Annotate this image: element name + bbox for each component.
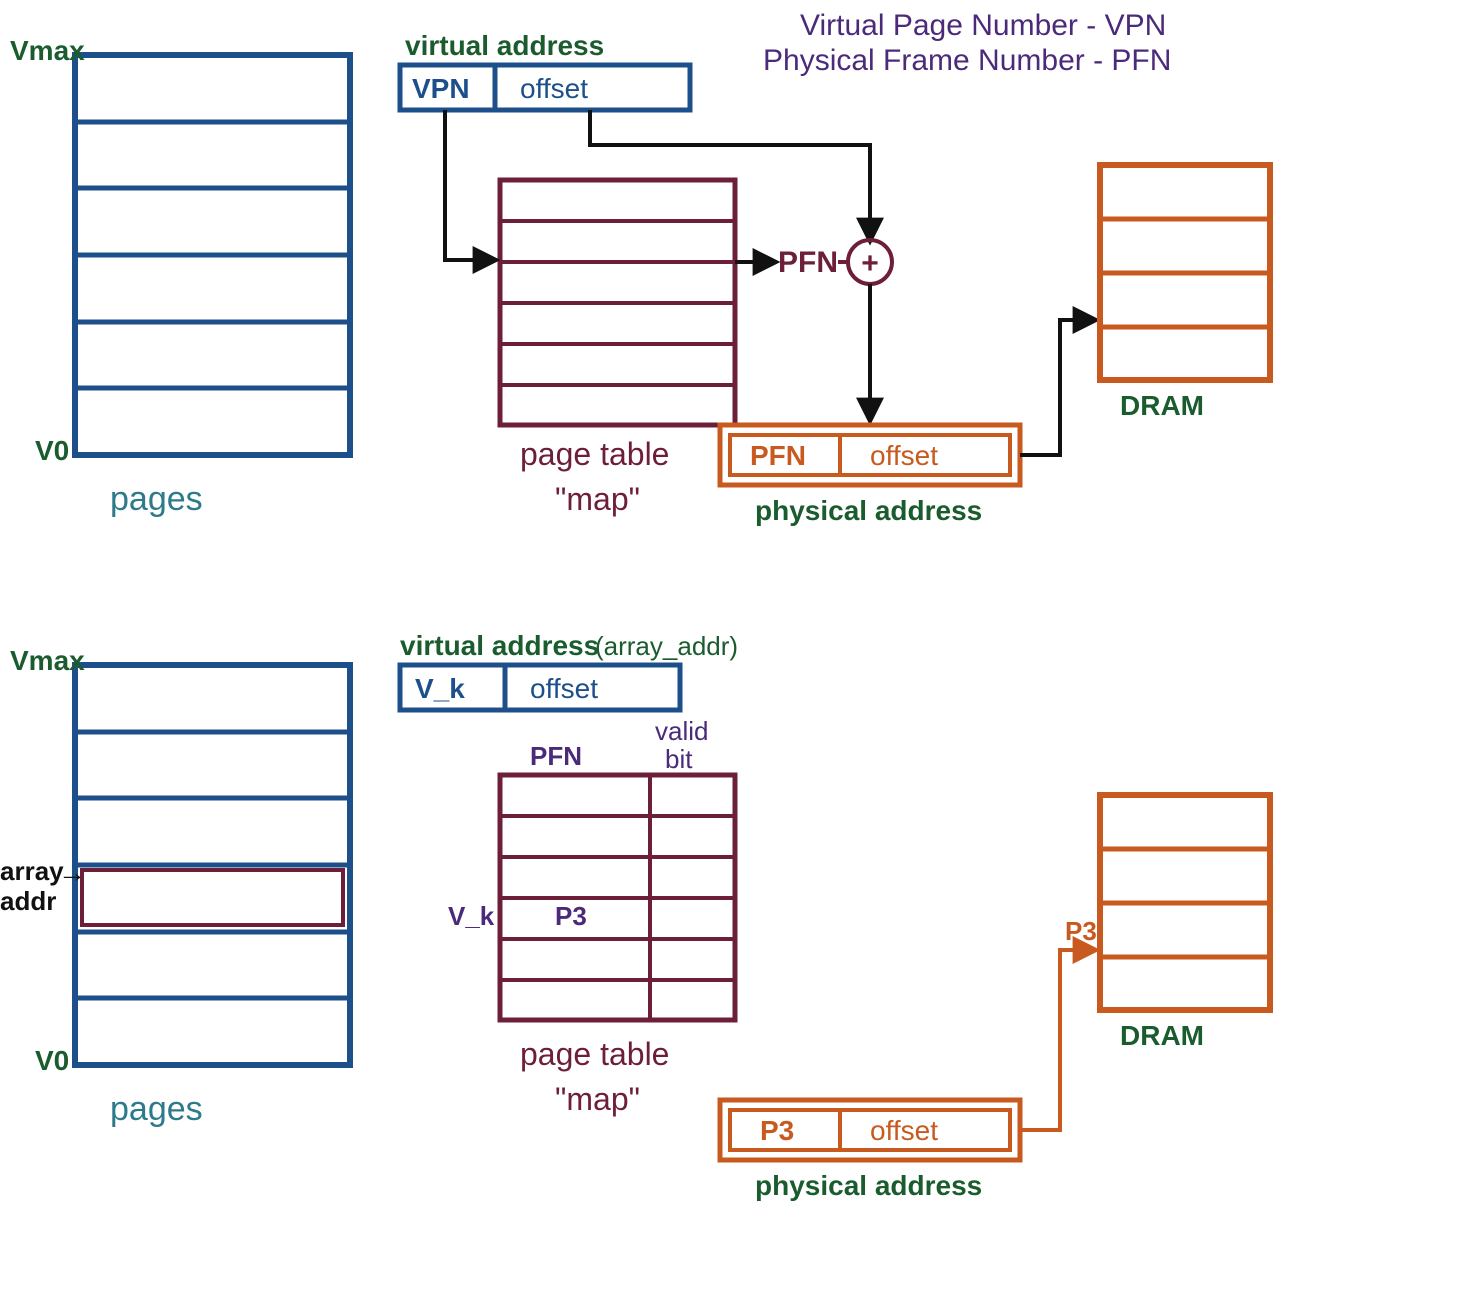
row-label-vk: V_k [448,901,495,931]
pa-title-top: physical address [755,495,982,526]
va-vpn-top: VPN [412,73,470,104]
dram-label-top: DRAM [1120,390,1204,421]
v0-top: V0 [35,435,69,466]
col-valid-1: valid [655,716,708,746]
col-valid-2: bit [665,744,693,774]
array-l2: addr [0,886,56,916]
dram-bot [1100,795,1270,1010]
pt-label2-top: "map" [555,481,640,517]
pa-off-top: offset [870,440,938,471]
va-title-top: virtual address [405,30,604,61]
pages-label-top: pages [110,480,203,518]
dram-label-bot: DRAM [1120,1020,1204,1051]
plus-sign-top: + [861,247,879,280]
va-title-bot-2: (array_addr) [595,631,738,661]
vmax-bot: Vmax [10,645,85,676]
vmax-top: Vmax [10,35,85,66]
va-off-top: offset [520,73,588,104]
pages-bot [75,665,350,1065]
row-val-p3: P3 [555,901,587,931]
pa-p3-bot: P3 [760,1115,794,1146]
arrow-pa-to-dram-bot [1020,950,1095,1130]
array-l1: array [0,856,64,886]
va-vk-bot: V_k [415,673,465,704]
arrow-vpn-to-pt-top [445,110,495,260]
pt-label2-bot: "map" [555,1081,640,1117]
pa-off-bot: offset [870,1115,938,1146]
v0-bot: V0 [35,1045,69,1076]
page-table-bot [500,775,735,1020]
p3-arrow-label: P3 [1065,916,1097,946]
pages-top [75,55,350,455]
arrow-pa-to-dram-top [1020,320,1095,455]
pt-label1-top: page table [520,436,669,472]
pt-label1-bot: page table [520,1036,669,1072]
note-vpn: Virtual Page Number - VPN [800,9,1166,42]
pa-pfn-top: PFN [750,440,806,471]
pfn-text-top: PFN [778,246,838,279]
note-pfn: Physical Frame Number - PFN [763,44,1171,77]
pages-label-bot: pages [110,1090,203,1128]
page-table-top [500,180,735,425]
va-off-bot: offset [530,673,598,704]
pa-title-bot: physical address [755,1170,982,1201]
array-arrow: → [58,857,86,888]
dram-top [1100,165,1270,380]
va-title-bot-1: virtual address [400,630,599,661]
col-pfn: PFN [530,741,582,771]
